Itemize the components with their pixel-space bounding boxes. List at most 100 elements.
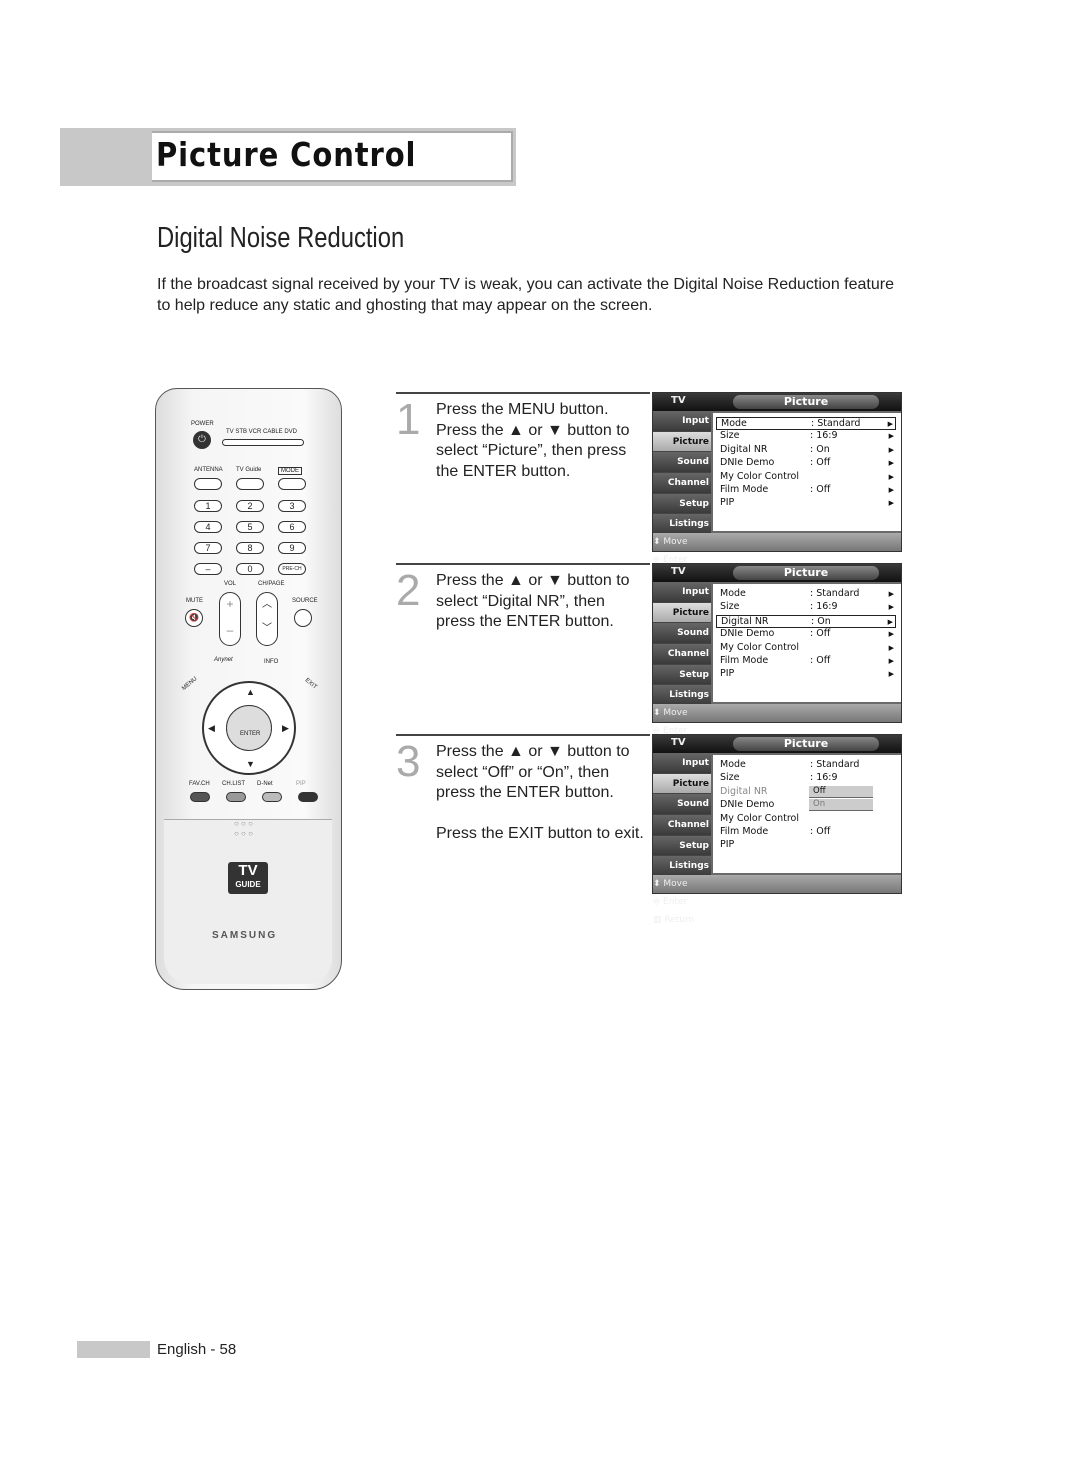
step-line: select “Off” or “On”, then [436,763,610,781]
function-button [262,792,282,802]
menu-row-label: My Color Control [720,641,800,653]
digit-button-4: 4 [194,521,222,533]
digit-button-0: 0 [236,563,264,575]
antenna-label: ANTENNA [194,467,223,473]
sidebar-item-sound: Sound [653,452,711,474]
arrow-right-icon: ▶ [888,657,894,665]
menu-row-value: : 16:9 [810,430,838,442]
sidebar-item-channel: Channel [653,473,711,494]
menu-option-on: On [809,799,873,811]
sidebar-item-sound: Sound [653,794,711,816]
menu-row-label: Size [720,430,740,442]
arrow-right-icon: ▶ [888,630,894,639]
menu-row-label: Mode [720,759,746,770]
menu-row: Mode: Standard ▶ [716,417,896,430]
ch-rocker: ︿ ﹀ [256,592,278,646]
sidebar-item-picture: Picture [653,602,711,624]
footer-bar [77,1341,150,1358]
step-line: select “Digital NR”, then [436,592,605,610]
arrow-right-icon: ▶ [887,617,893,626]
mute-label: MUTE [186,598,203,604]
page-title: Picture Control [156,135,417,174]
nav-arrows: ▼ [246,759,255,769]
menu-row-value: : Off [810,655,831,666]
menu-row-label: Film Mode [720,484,769,495]
menu-row-value: : Standard [810,588,860,599]
sidebar-item-setup: Setup [653,664,711,686]
enter-label: ENTER [240,731,261,737]
favch-label: FAV.CH [189,781,210,787]
exit-label: EXIT [303,677,318,691]
menu-row: My Color Control ▶ [716,471,896,484]
menu-row: Size : 16:9 [716,772,896,785]
step-line: Press the ▲ or ▼ button to [436,572,630,589]
tv-guide-logo: TV GUIDE [228,862,268,894]
bottom-cover [164,819,332,984]
menu-row-value: : Off [810,457,831,469]
arrow-right-icon: ▶ [888,499,894,508]
menu-top-bar: TV Picture [653,564,901,582]
vol-label: VOL [224,581,237,587]
arrow-right-icon: ▶ [888,670,894,679]
arrow-right-icon: ▶ [888,432,894,441]
digit-button-7: 7 [194,542,222,554]
menu-row-label: My Color Control [720,812,800,824]
sidebar-item-setup: Setup [653,835,711,857]
menu-title: Picture [733,566,879,580]
top-row-button [278,478,306,490]
menu-row-label: Digital NR [721,615,769,627]
mute-button: 🔇 [185,609,203,627]
tv-menu-screenshot: TV Picture Input Picture Sound Channel Setup Li… [652,734,902,925]
menu-row-label: Film Mode [720,826,769,837]
step-number: 1 [396,395,421,444]
step-text: Press the ▲ or ▼ button to select “Digita… [436,571,646,633]
menu-content: Mode: Standard ▶ Size: 16:9 ▶ Digital NR: On… [713,584,901,702]
step-line: Press the ▲ or ▼ button to [436,421,630,439]
digit-button-6: 6 [278,521,306,533]
menu-row: Size : 16:9 ▶ [716,430,896,443]
tv-guide-logo-guide: GUIDE [235,880,261,889]
tv-guide-logo-tv: TV [238,862,258,879]
menu-row-value: : Standard [810,759,860,770]
function-button [190,792,210,802]
arrow-right-icon: ▶ [888,603,894,612]
remote-control-illustration: POWER ⏻ TV STB VCR CABLE DVD ANTENNA TV Guid… [155,388,342,990]
intro-text: If the broadcast signal received by your… [157,276,894,314]
menu-top-bar: TV Picture [653,393,901,411]
menu-row: Film Mode: Off ▶ [716,484,896,497]
menu-row-value: : 16:9 [810,772,838,784]
step-line: press the ENTER button. [436,784,614,801]
menu-row-label: PIP [720,497,735,509]
tv-menu-screenshot: TV Picture Input Picture Sound Channel Setup Li… [652,392,902,583]
menu-option-off: Off [809,786,873,798]
tv-menu-screenshot: TV Picture Input Picture Sound Channel Setup Li… [652,563,902,754]
nav-arrows: ◀ [208,723,215,733]
menu-row-label: PIP [720,839,735,851]
page-number: English - 58 [157,1341,237,1358]
arrow-right-icon: ▶ [888,472,894,481]
sidebar-item-input: Input [653,582,711,603]
menu-row-label: Size [720,772,740,784]
header-bar: Picture Control [60,128,516,186]
menu-footer-bar: ⬍ Move⎆ Enter▥ Return [653,704,901,754]
menu-row: Film Mode: Off [716,826,896,839]
menu-row-label: Digital NR [720,443,768,455]
menu-row-label: PIP [720,668,735,680]
menu-row-label: Mode [721,418,747,429]
menu-top-bar: TV Picture [653,735,901,753]
mic-dots: ○ ○ ○ [234,819,253,828]
function-button [298,792,318,802]
menu-row: Mode: Standard ▶ [716,588,896,601]
step-line: Press the EXIT button to exit. [436,825,644,842]
section-title: Digital Noise Reduction [157,222,405,254]
menu-sidebar: Input Picture Sound Channel Setup Listings [653,582,711,707]
dnet-label: D-Net [257,781,273,787]
digit-button-–: – [194,563,222,575]
menu-tv-label: TV [671,737,686,748]
menu-row: My Color Control ▶ [716,642,896,655]
arrow-right-icon: ▶ [888,643,894,652]
source-label: SOURCE [292,598,318,604]
sidebar-item-setup: Setup [653,493,711,515]
menu-row-label: DNIe Demo [720,799,775,811]
step-divider [396,392,650,394]
